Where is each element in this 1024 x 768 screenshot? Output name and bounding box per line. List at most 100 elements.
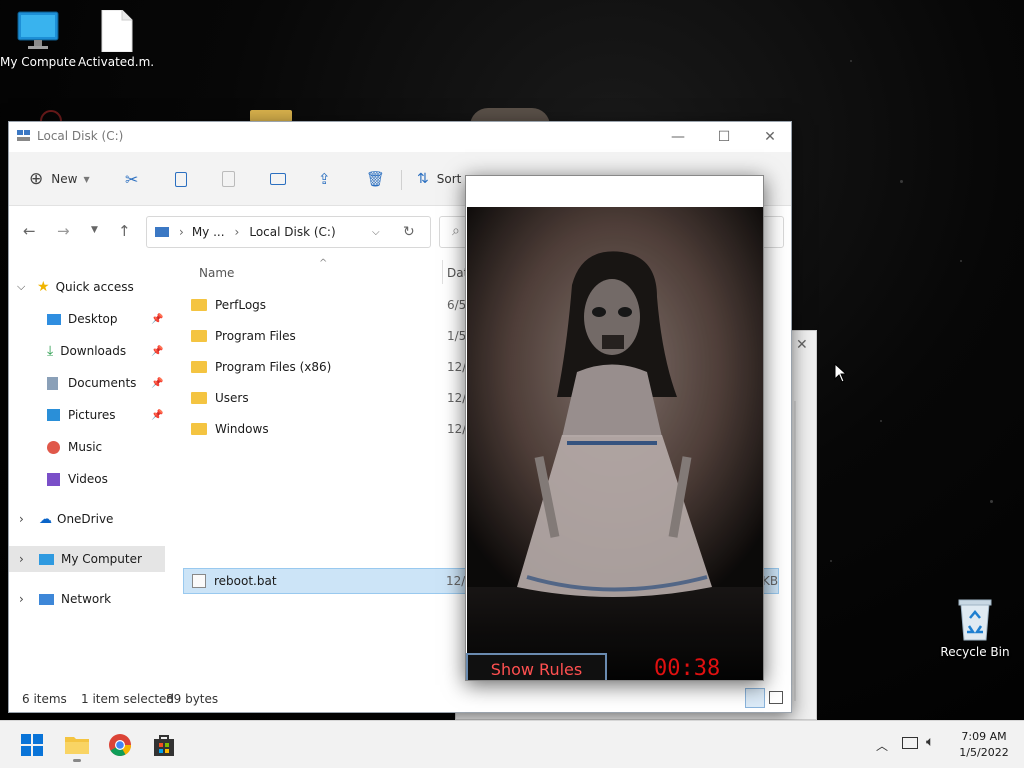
chrome-taskbar-button[interactable] [102,729,138,761]
desktop-icon-label: Recycle Bin [940,645,1010,659]
document-icon [47,376,58,390]
start-button[interactable] [14,729,50,761]
windows-logo-icon [21,734,43,756]
desktop-icon [47,313,61,325]
close-icon[interactable]: ✕ [796,337,808,353]
desktop-icon-label: My Computer [0,55,76,69]
clock-time: 7:09 AM [961,730,1007,743]
copy-button[interactable] [175,168,187,190]
forward-arrow-icon[interactable]: → [57,222,70,240]
folder-icon [191,392,207,404]
chevron-right-icon: › [19,552,24,566]
selection-size: 89 bytes [166,692,219,706]
rename-icon [270,173,286,185]
new-button[interactable]: ⊕ New ▼ [29,168,90,190]
tiles-view-button[interactable] [769,691,783,704]
nav-my-computer[interactable]: › My Computer [9,546,165,572]
countdown-timer: 00:38 [654,656,721,681]
recent-chevron-down-icon[interactable]: ▼ [91,225,98,235]
taskbar: ︿ 🔈︎ 7:09 AM 1/5/2022 [0,720,1024,768]
batch-file-icon [192,574,206,588]
breadcrumb-current[interactable]: Local Disk (C:) [249,225,335,239]
pin-icon[interactable]: 📌 [151,314,163,325]
folder-icon [191,299,207,311]
recycle-bin-icon [958,599,992,641]
desktop-icon-activated-file[interactable]: Activated.m... [78,9,154,69]
picture-icon [47,409,60,421]
nav-onedrive[interactable]: › ☁ OneDrive [9,506,165,532]
refresh-icon[interactable]: ↻ [403,224,415,240]
video-icon [47,472,60,486]
rename-button[interactable] [270,168,286,190]
file-icon [101,9,133,53]
back-arrow-icon[interactable]: ← [23,222,36,240]
store-taskbar-button[interactable] [146,729,182,761]
plus-icon: ⊕ [29,169,44,189]
desktop-icon-label: Activated.m... [78,55,154,69]
network-status-icon[interactable] [902,737,918,749]
desktop-icon-recycle-bin[interactable]: Recycle Bin [937,598,1013,659]
drive-icon [155,227,169,237]
selection-count: 1 item selected [81,692,175,706]
nav-quick-access[interactable]: ⌵ ★ Quick access [9,274,165,300]
paste-button[interactable] [222,168,235,190]
nav-music[interactable]: Music [9,434,165,460]
desktop-icon-my-computer[interactable]: My Computer [0,10,76,69]
address-bar[interactable]: › My ... › Local Disk (C:) ⌵ ↻ [146,216,431,248]
star-icon: ★ [37,279,50,295]
folder-icon [191,423,207,435]
prank-popup-window: Show Rules 00:38 [465,175,764,681]
minimize-button[interactable]: — [655,122,701,152]
folder-icon [191,330,207,342]
close-button[interactable]: ✕ [747,122,791,152]
show-hidden-icons-chevron-up-icon[interactable]: ︿ [876,737,888,754]
sort-button[interactable]: ⇅ Sort [417,168,461,190]
chevron-right-icon: › [179,225,184,239]
pin-icon[interactable]: 📌 [151,346,163,357]
nav-downloads[interactable]: ⤓ Downloads 📌 [9,338,165,364]
chevron-down-icon: ▼ [83,174,90,184]
navigation-pane: ⌵ ★ Quick access Desktop 📌 ⤓ Downloads 📌… [9,262,169,692]
chrome-icon [109,734,131,756]
nav-desktop[interactable]: Desktop 📌 [9,306,165,332]
clock[interactable]: 7:09 AM 1/5/2022 [952,729,1016,761]
network-icon [39,593,54,605]
copy-icon [175,171,187,187]
pin-icon[interactable]: 📌 [151,410,163,421]
store-icon [154,735,174,756]
address-dropdown-icon[interactable]: ⌵ [372,227,380,238]
delete-button[interactable]: 🗑 [366,168,385,190]
folder-icon [191,361,207,373]
nav-pictures[interactable]: Pictures 📌 [9,402,165,428]
scissors-icon: ✂ [125,169,139,189]
volume-icon[interactable]: 🔈︎ [926,734,934,750]
clock-date: 1/5/2022 [959,746,1009,759]
nav-videos[interactable]: Videos [9,466,165,492]
window-title: Local Disk (C:) [37,129,124,143]
nav-documents[interactable]: Documents 📌 [9,370,165,396]
column-header-name[interactable]: Name [199,266,234,280]
breadcrumb-root[interactable]: My ... [192,225,225,239]
cloud-icon: ☁ [39,511,52,527]
chevron-right-icon: › [19,512,24,526]
pin-icon[interactable]: 📌 [151,378,163,389]
maximize-button[interactable]: ☐ [701,122,747,152]
cut-button[interactable]: ✂ [125,168,138,190]
sort-up-icon: ^ [319,258,328,269]
show-rules-button[interactable]: Show Rules [466,653,607,680]
share-button[interactable]: ⇪ [318,168,331,190]
item-count: 6 items [22,692,67,706]
search-icon: ⌕ [452,223,460,239]
details-view-button[interactable] [745,688,765,708]
share-icon: ⇪ [318,170,331,188]
creepy-doll-image [467,207,763,680]
nav-network[interactable]: › Network [9,586,165,612]
paste-icon [222,171,235,187]
chevron-right-icon: › [234,225,240,239]
doll-picture [467,207,763,680]
file-explorer-taskbar-button[interactable] [59,729,95,762]
sort-icon: ⇅ [417,171,429,187]
download-icon: ⤓ [47,343,54,359]
title-bar[interactable]: Local Disk (C:) — ☐ ✕ [9,122,791,152]
up-arrow-icon[interactable]: ↑ [118,222,131,240]
